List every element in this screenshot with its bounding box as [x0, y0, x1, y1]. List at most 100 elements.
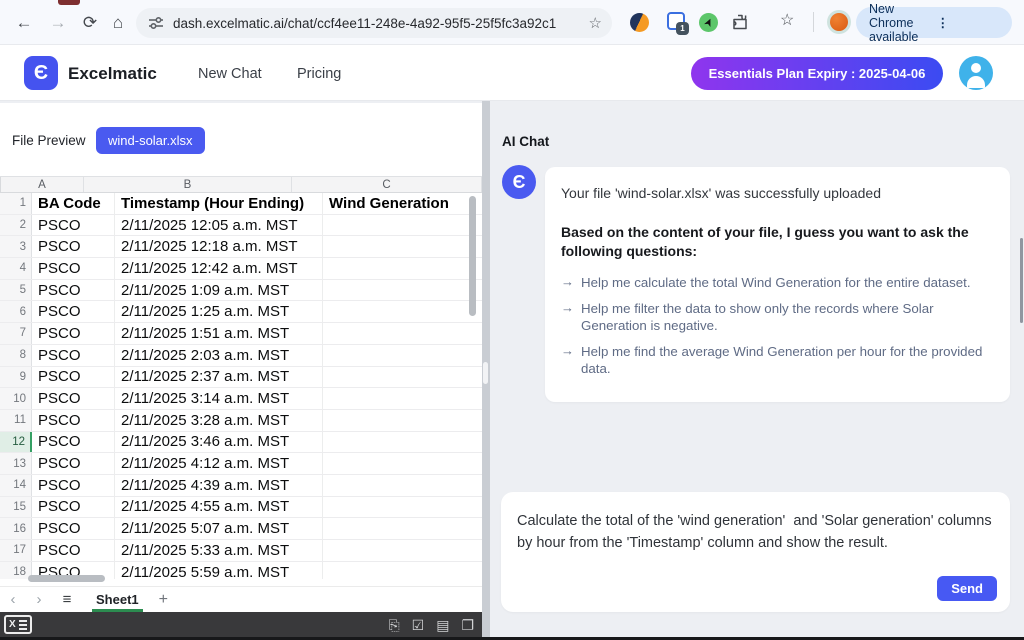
brand-name[interactable]: Excelmatic	[68, 64, 157, 84]
user-avatar[interactable]	[959, 56, 993, 90]
cell[interactable]: Wind Generation	[323, 193, 482, 214]
cell[interactable]	[323, 323, 482, 344]
cell[interactable]: PSCO	[32, 367, 115, 388]
column-letter-B[interactable]: B	[84, 177, 292, 192]
cell[interactable]: 2/11/2025 12:42 a.m. MST	[115, 258, 323, 279]
tab-stub[interactable]	[58, 0, 80, 5]
cell[interactable]	[323, 367, 482, 388]
cell[interactable]: 2/11/2025 3:14 a.m. MST	[115, 388, 323, 409]
cell[interactable]: PSCO	[32, 236, 115, 257]
suggestion-item[interactable]: →Help me filter the data to show only th…	[561, 300, 994, 334]
cell[interactable]	[323, 215, 482, 236]
row-number[interactable]: 1	[0, 193, 32, 214]
cell[interactable]: PSCO	[32, 475, 115, 496]
cell[interactable]: 2/11/2025 2:03 a.m. MST	[115, 345, 323, 366]
cell[interactable]	[323, 518, 482, 539]
row-number[interactable]: 6	[0, 301, 32, 322]
cell[interactable]: PSCO	[32, 215, 115, 236]
cell[interactable]: PSCO	[32, 518, 115, 539]
tasks-icon[interactable]: ☑	[412, 618, 425, 632]
chat-input-card[interactable]: Calculate the total of the 'wind generat…	[501, 492, 1010, 612]
file-badge[interactable]: wind-solar.xlsx	[96, 127, 205, 154]
cell[interactable]: PSCO	[32, 497, 115, 518]
prev-sheet-icon[interactable]: ‹	[0, 591, 26, 608]
cell[interactable]: 2/11/2025 4:12 a.m. MST	[115, 453, 323, 474]
book-icon[interactable]: ▤	[436, 618, 449, 632]
side-panel-star-icon[interactable]: ☆	[780, 10, 794, 30]
cell[interactable]	[323, 301, 482, 322]
extension-duckduckgo-icon[interactable]	[630, 13, 649, 32]
sheet-tab-sheet1[interactable]: Sheet1	[86, 587, 149, 612]
cell[interactable]	[323, 345, 482, 366]
cell[interactable]	[323, 388, 482, 409]
row-number[interactable]: 9	[0, 367, 32, 388]
cell[interactable]: 2/11/2025 3:46 a.m. MST	[115, 432, 323, 453]
suggestion-item[interactable]: →Help me calculate the total Wind Genera…	[561, 274, 994, 291]
row-number[interactable]: 2	[0, 215, 32, 236]
divider-handle[interactable]	[483, 362, 488, 384]
cell[interactable]	[323, 410, 482, 431]
cell[interactable]: 2/11/2025 4:39 a.m. MST	[115, 475, 323, 496]
cell[interactable]	[323, 453, 482, 474]
row-number[interactable]: 5	[0, 280, 32, 301]
row-number[interactable]: 13	[0, 453, 32, 474]
cell[interactable]: PSCO	[32, 323, 115, 344]
cell[interactable]: PSCO	[32, 345, 115, 366]
cell[interactable]: PSCO	[32, 301, 115, 322]
row-number[interactable]: 12	[0, 432, 32, 453]
browser-menu-icon[interactable]: ⋮	[937, 15, 1005, 30]
excelmatic-logo[interactable]: Є	[24, 56, 58, 90]
cell[interactable]: 2/11/2025 2:37 a.m. MST	[115, 367, 323, 388]
cell[interactable]: PSCO	[32, 258, 115, 279]
paste-icon[interactable]: ⎘	[388, 618, 399, 632]
column-letter-A[interactable]: A	[1, 177, 84, 192]
cell[interactable]: 2/11/2025 1:25 a.m. MST	[115, 301, 323, 322]
cell[interactable]: PSCO	[32, 280, 115, 301]
excel-file-icon[interactable]: X	[4, 615, 32, 634]
reload-icon[interactable]: ⟳	[78, 11, 102, 35]
sheet-vertical-scrollbar[interactable]	[469, 196, 476, 316]
cell[interactable]	[323, 562, 482, 579]
page-scrollbar[interactable]	[1020, 238, 1023, 323]
suggestion-item[interactable]: →Help me find the average Wind Generatio…	[561, 343, 994, 377]
cell[interactable]: PSCO	[32, 388, 115, 409]
cell[interactable]: Timestamp (Hour Ending)	[115, 193, 323, 214]
forward-icon[interactable]: →	[46, 11, 70, 35]
cell[interactable]	[323, 475, 482, 496]
cell[interactable]: 2/11/2025 5:59 a.m. MST	[115, 562, 323, 579]
cell[interactable]: 2/11/2025 1:09 a.m. MST	[115, 280, 323, 301]
cell[interactable]: 2/11/2025 12:05 a.m. MST	[115, 215, 323, 236]
cell[interactable]	[323, 280, 482, 301]
cell[interactable]	[323, 540, 482, 561]
cell[interactable]: PSCO	[32, 432, 115, 453]
sheet-horizontal-scrollbar[interactable]	[28, 575, 105, 582]
row-number[interactable]: 14	[0, 475, 32, 496]
send-button[interactable]: Send	[937, 576, 997, 601]
home-icon[interactable]: ⌂	[106, 11, 130, 35]
browser-profile-avatar[interactable]	[827, 10, 851, 34]
row-number[interactable]: 17	[0, 540, 32, 561]
cell[interactable]: PSCO	[32, 540, 115, 561]
cell[interactable]: 2/11/2025 5:33 a.m. MST	[115, 540, 323, 561]
row-number[interactable]: 11	[0, 410, 32, 431]
sheet-menu-icon[interactable]: ≡	[52, 591, 82, 608]
site-info-icon[interactable]	[148, 15, 164, 31]
cell[interactable]	[323, 258, 482, 279]
row-number[interactable]: 7	[0, 323, 32, 344]
cell[interactable]	[323, 432, 482, 453]
extension-green-icon[interactable]: ➤	[699, 13, 718, 32]
select-all-corner[interactable]	[0, 177, 1, 192]
address-bar[interactable]: dash.excelmatic.ai/chat/ccf4ee11-248e-4a…	[136, 8, 612, 38]
bookmark-star-icon[interactable]: ☆	[589, 14, 602, 32]
windows-icon[interactable]: ❐	[461, 618, 474, 632]
new-chrome-button[interactable]: New Chrome available ⋮	[856, 7, 1012, 38]
plan-expiry-button[interactable]: Essentials Plan Expiry : 2025-04-06	[691, 57, 943, 90]
row-number[interactable]: 10	[0, 388, 32, 409]
cell[interactable]	[323, 497, 482, 518]
cell[interactable]: 2/11/2025 4:55 a.m. MST	[115, 497, 323, 518]
cell[interactable]: 2/11/2025 3:28 a.m. MST	[115, 410, 323, 431]
row-number[interactable]: 16	[0, 518, 32, 539]
row-number[interactable]: 8	[0, 345, 32, 366]
extensions-puzzle-icon[interactable]	[731, 13, 749, 31]
cell[interactable]: 2/11/2025 5:07 a.m. MST	[115, 518, 323, 539]
